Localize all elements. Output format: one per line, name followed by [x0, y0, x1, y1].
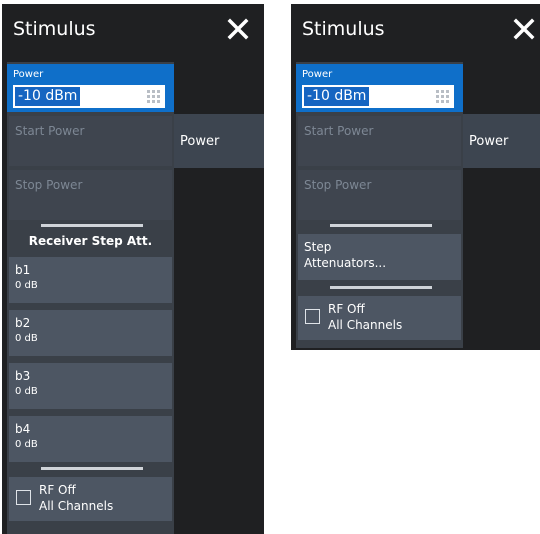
start-power-label: Start Power: [15, 124, 85, 138]
stop-power-button[interactable]: Stop Power: [298, 170, 461, 220]
start-power-label: Start Power: [304, 124, 374, 138]
stop-power-label: Stop Power: [304, 178, 372, 192]
receiver-b1-button[interactable]: b1 0 dB: [9, 257, 172, 303]
dialog-header: Stimulus: [2, 4, 264, 60]
section-title: Receiver Step Att.: [28, 234, 153, 248]
rf-off-all-channels-toggle[interactable]: RF Off All Channels: [9, 477, 172, 521]
power-field-label: Power: [302, 69, 333, 80]
divider: [330, 224, 432, 227]
keypad-icon[interactable]: [436, 90, 449, 103]
power-side-button[interactable]: Power: [174, 114, 264, 168]
close-icon[interactable]: [224, 15, 252, 43]
start-power-button[interactable]: Start Power: [298, 116, 461, 166]
receiver-name: b2: [15, 316, 31, 330]
divider: [41, 224, 143, 227]
rf-off-checkbox[interactable]: [16, 490, 31, 505]
rf-off-checkbox[interactable]: [305, 309, 320, 324]
receiver-name: b4: [15, 422, 31, 436]
power-value: -10 dBm: [304, 87, 370, 106]
divider: [41, 467, 143, 470]
receiver-b2-button[interactable]: b2 0 dB: [9, 310, 172, 356]
rf-off-label: RF Off: [328, 302, 365, 316]
divider: [330, 286, 432, 289]
softkey-column: Power -10 dBm Start Power Stop Power Rec…: [7, 62, 174, 534]
power-input[interactable]: -10 dBm: [302, 85, 454, 108]
power-field-label: Power: [13, 69, 44, 80]
receiver-name: b1: [15, 263, 31, 277]
receiver-name: b3: [15, 369, 31, 383]
power-side-button[interactable]: Power: [463, 114, 540, 168]
receiver-b4-button[interactable]: b4 0 dB: [9, 416, 172, 462]
close-icon[interactable]: [510, 15, 538, 43]
stimulus-dialog-right: Stimulus Power -10 dBm Start Power Stop …: [291, 4, 540, 350]
power-value: -10 dBm: [15, 87, 81, 106]
stop-power-button[interactable]: Stop Power: [9, 170, 172, 220]
receiver-value: 0 dB: [15, 439, 38, 450]
power-field[interactable]: Power -10 dBm: [7, 64, 174, 112]
rf-off-all-channels-toggle[interactable]: RF Off All Channels: [298, 296, 461, 340]
stimulus-dialog-left: Stimulus Power -10 dBm Start Power Stop …: [2, 4, 264, 534]
keypad-icon[interactable]: [147, 90, 160, 103]
receiver-value: 0 dB: [15, 333, 38, 344]
power-input[interactable]: -10 dBm: [13, 85, 165, 108]
stop-power-label: Stop Power: [15, 178, 83, 192]
power-side-label: Power: [469, 134, 509, 149]
rf-off-sublabel: All Channels: [39, 499, 114, 513]
start-power-button[interactable]: Start Power: [9, 116, 172, 166]
dialog-title: Stimulus: [302, 18, 385, 40]
receiver-b3-button[interactable]: b3 0 dB: [9, 363, 172, 409]
step-attenuators-label: Step: [304, 240, 332, 254]
rf-off-label: RF Off: [39, 483, 76, 497]
dialog-header: Stimulus: [291, 4, 540, 60]
step-attenuators-sublabel: Attenuators...: [304, 256, 387, 270]
power-side-label: Power: [180, 134, 220, 149]
receiver-value: 0 dB: [15, 280, 38, 291]
rf-off-sublabel: All Channels: [328, 318, 403, 332]
dialog-title: Stimulus: [13, 18, 96, 40]
softkey-column: Power -10 dBm Start Power Stop Power Ste…: [296, 62, 463, 348]
power-field[interactable]: Power -10 dBm: [296, 64, 463, 112]
receiver-value: 0 dB: [15, 386, 38, 397]
step-attenuators-button[interactable]: Step Attenuators...: [298, 234, 461, 280]
